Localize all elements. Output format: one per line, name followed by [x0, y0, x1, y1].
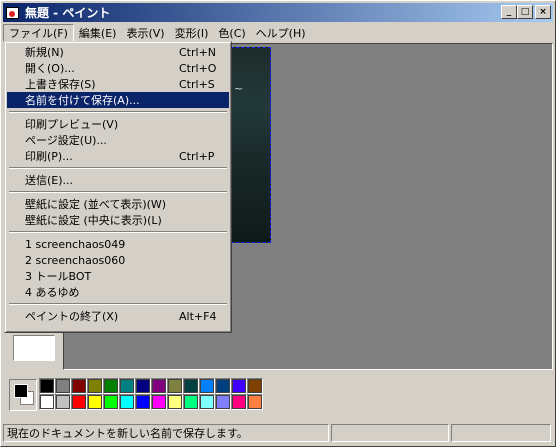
color-swatch[interactable]	[119, 394, 135, 410]
menu-item-label: 名前を付けて保存(A)...	[25, 94, 140, 107]
file-menu-item[interactable]: 名前を付けて保存(A)...	[7, 92, 229, 108]
menu-item-label: 壁紙に設定 (中央に表示)(L)	[25, 214, 162, 227]
menu-item-label: 3 トールBOT	[25, 270, 92, 283]
color-swatch[interactable]	[215, 378, 231, 394]
menu-edit[interactable]: 編集(E)	[74, 24, 122, 42]
color-swatch[interactable]	[55, 394, 71, 410]
color-swatch[interactable]	[183, 378, 199, 394]
status-text: 現在のドキュメントを新しい名前で保存します。	[3, 424, 329, 442]
title-bar[interactable]: 無題 - ペイント _ □ ×	[3, 3, 553, 22]
menu-image[interactable]: 変形(I)	[170, 24, 214, 42]
close-button[interactable]: ×	[535, 5, 551, 19]
color-swatch[interactable]	[119, 378, 135, 394]
color-swatch[interactable]	[135, 378, 151, 394]
menu-item-label: 送信(E)...	[25, 174, 74, 187]
color-swatch[interactable]	[247, 394, 263, 410]
palette-swatches	[39, 378, 263, 410]
file-menu-item[interactable]: ペイントの終了(X) Alt+F4	[7, 308, 229, 324]
color-swatch[interactable]	[215, 394, 231, 410]
menu-item-shortcut: Ctrl+P	[179, 149, 215, 163]
menu-colors[interactable]: 色(C)	[213, 24, 250, 42]
menu-separator	[7, 228, 229, 236]
menu-separator	[7, 188, 229, 196]
file-menu-item[interactable]: 開く(O)... Ctrl+O	[7, 60, 229, 76]
file-menu-item[interactable]: 送信(E)...	[7, 172, 229, 188]
menu-item-shortcut: Alt+F4	[179, 309, 217, 323]
file-menu-dropdown: 新規(N) Ctrl+N 開く(O)... Ctrl+O 上書き保存(S) Ctrl+S 名…	[4, 41, 232, 333]
menu-separator	[7, 108, 229, 116]
menu-view[interactable]: 表示(V)	[121, 24, 169, 42]
file-menu-item[interactable]: 新規(N) Ctrl+N	[7, 44, 229, 60]
foreground-color	[14, 384, 28, 398]
window-controls: _ □ ×	[501, 5, 551, 19]
file-menu-item[interactable]: ページ設定(U)...	[7, 132, 229, 148]
color-swatch[interactable]	[183, 394, 199, 410]
color-swatch[interactable]	[151, 378, 167, 394]
color-palette	[3, 375, 553, 419]
color-swatch[interactable]	[103, 394, 119, 410]
color-swatch[interactable]	[55, 378, 71, 394]
color-swatch[interactable]	[167, 394, 183, 410]
menu-item-label: 2 screenchaos060	[25, 253, 126, 267]
menu-item-label: 壁紙に設定 (並べて表示)(W)	[25, 198, 167, 211]
current-colors[interactable]	[9, 379, 37, 411]
menu-help[interactable]: ヘルプ(H)	[251, 24, 311, 42]
file-menu-item[interactable]: 印刷(P)... Ctrl+P	[7, 148, 229, 164]
menu-item-label: 4 あるゆめ	[25, 286, 80, 299]
color-swatch[interactable]	[151, 394, 167, 410]
file-menu-item[interactable]: 3 トールBOT	[7, 268, 229, 284]
menu-file[interactable]: ファイル(F)	[3, 23, 74, 42]
color-swatch[interactable]	[231, 394, 247, 410]
color-swatch[interactable]	[135, 394, 151, 410]
color-swatch[interactable]	[199, 394, 215, 410]
file-menu-item[interactable]: 壁紙に設定 (中央に表示)(L)	[7, 212, 229, 228]
menu-item-label: 印刷プレビュー(V)	[25, 118, 119, 131]
color-swatch[interactable]	[87, 378, 103, 394]
color-swatch[interactable]	[39, 394, 55, 410]
file-menu-item[interactable]: 4 あるゆめ	[7, 284, 229, 300]
status-size	[451, 424, 551, 442]
file-menu-item[interactable]: 1 screenchaos049	[7, 236, 229, 252]
menu-separator	[7, 300, 229, 308]
color-swatch[interactable]	[231, 378, 247, 394]
menu-item-shortcut: Ctrl+O	[179, 61, 217, 75]
menu-item-shortcut: Ctrl+N	[179, 45, 217, 59]
color-swatch[interactable]	[39, 378, 55, 394]
window-title: 無題 - ペイント	[25, 6, 111, 20]
canvas-text: ~	[234, 82, 244, 95]
menu-item-label: 1 screenchaos049	[25, 237, 126, 251]
color-swatch[interactable]	[199, 378, 215, 394]
color-swatch[interactable]	[167, 378, 183, 394]
minimize-button[interactable]: _	[501, 5, 517, 19]
color-swatch[interactable]	[87, 394, 103, 410]
tool-options-box[interactable]	[13, 335, 55, 361]
maximize-button[interactable]: □	[517, 5, 533, 19]
color-swatch[interactable]	[247, 378, 263, 394]
menu-bar: ファイル(F) 編集(E) 表示(V) 変形(I) 色(C) ヘルプ(H)	[3, 23, 553, 42]
color-swatch[interactable]	[71, 378, 87, 394]
menu-separator	[7, 164, 229, 172]
paint-window: 無題 - ペイント _ □ × ファイル(F) 編集(E) 表示(V) 変形(I…	[0, 0, 556, 447]
color-swatch[interactable]	[103, 378, 119, 394]
file-menu-item[interactable]: 印刷プレビュー(V)	[7, 116, 229, 132]
color-swatch[interactable]	[71, 394, 87, 410]
image-canvas[interactable]: ~	[231, 47, 271, 243]
paint-app-icon[interactable]	[5, 5, 21, 21]
status-coordinates	[331, 424, 449, 442]
file-menu-item[interactable]: 2 screenchaos060	[7, 252, 229, 268]
file-menu-item[interactable]: 壁紙に設定 (並べて表示)(W)	[7, 196, 229, 212]
menu-item-label: ページ設定(U)...	[25, 134, 107, 147]
status-bar: 現在のドキュメントを新しい名前で保存します。	[3, 424, 553, 444]
menu-item-shortcut: Ctrl+S	[179, 77, 215, 91]
file-menu-item[interactable]: 上書き保存(S) Ctrl+S	[7, 76, 229, 92]
